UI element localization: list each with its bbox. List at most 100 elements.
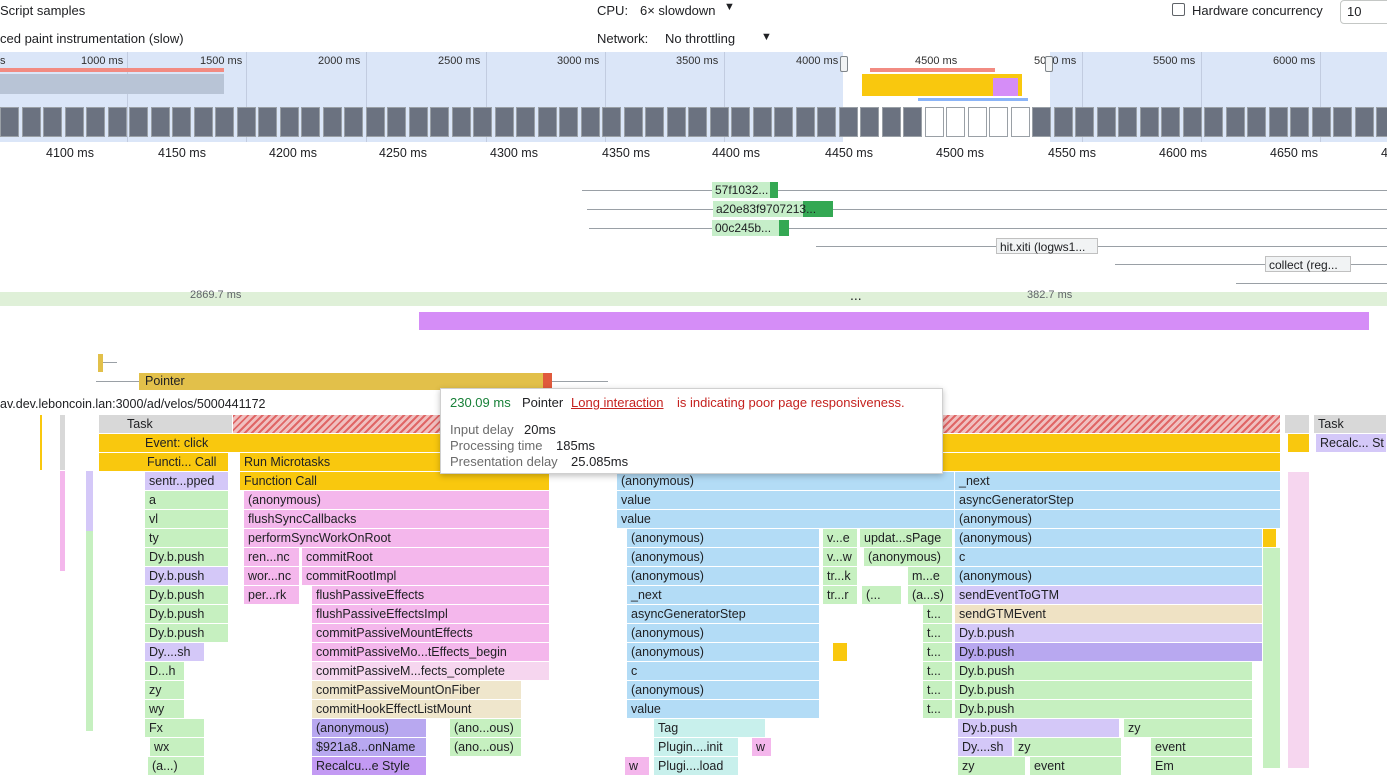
filmstrip-frame[interactable] — [731, 107, 750, 137]
hardware-concurrency-input[interactable]: 10 — [1340, 0, 1387, 24]
flame-entry[interactable]: (anonymous) — [627, 681, 820, 699]
flame-entry[interactable]: (anonymous) — [627, 548, 820, 566]
filmstrip-frame[interactable] — [667, 107, 686, 137]
filmstrip-frame[interactable] — [1269, 107, 1288, 137]
flame-entry[interactable]: wy — [145, 700, 185, 718]
flame-entry[interactable]: zy — [1014, 738, 1122, 756]
filmstrip-frame[interactable] — [796, 107, 815, 137]
flame-entry[interactable]: t... — [923, 681, 953, 699]
filmstrip-frame[interactable] — [344, 107, 363, 137]
filmstrip-frame[interactable] — [1376, 107, 1387, 137]
filmstrip-frame[interactable] — [774, 107, 793, 137]
filmstrip-frame[interactable] — [0, 107, 19, 137]
flame-entry[interactable]: wx — [150, 738, 205, 756]
filmstrip-frame[interactable] — [452, 107, 471, 137]
filmstrip-frame[interactable] — [366, 107, 385, 137]
filmstrip-frame[interactable] — [1312, 107, 1331, 137]
flame-entry[interactable]: Dy.b.push — [955, 662, 1253, 680]
filmstrip-frame[interactable] — [602, 107, 621, 137]
network-request[interactable]: 00c245b... — [712, 220, 789, 236]
filmstrip-frame[interactable] — [645, 107, 664, 137]
filmstrip-frame[interactable] — [129, 107, 148, 137]
flame-entry[interactable]: commitRootImpl — [302, 567, 550, 585]
caret-down-icon[interactable]: ▼ — [724, 1, 735, 13]
filmstrip-frame[interactable] — [1247, 107, 1266, 137]
filmstrip-frame[interactable] — [430, 107, 449, 137]
flame-entry[interactable]: Plugi....load — [654, 757, 739, 775]
flame-entry[interactable]: tr...r — [823, 586, 858, 604]
filmstrip-frame[interactable] — [839, 107, 858, 137]
flame-entry[interactable]: v...e — [823, 529, 858, 547]
filmstrip-frame[interactable] — [194, 107, 213, 137]
filmstrip-frame[interactable] — [559, 107, 578, 137]
flame-entry[interactable]: commitPassiveMo...tEffects_begin — [312, 643, 550, 661]
flame-entry[interactable]: _next — [627, 586, 820, 604]
filmstrip-frame[interactable] — [237, 107, 256, 137]
filmstrip-frame[interactable] — [989, 107, 1008, 137]
flame-entry[interactable]: w — [625, 757, 650, 775]
flame-entry[interactable]: (anonymous) — [955, 510, 1281, 528]
flame-entry[interactable]: commitHookEffectListMount — [312, 700, 522, 718]
flame-entry[interactable]: (anonymous) — [955, 567, 1263, 585]
flame-entry[interactable]: Dy.b.push — [955, 700, 1253, 718]
flame-entry[interactable] — [1263, 529, 1277, 547]
filmstrip-frame[interactable] — [581, 107, 600, 137]
flame-entry[interactable]: Plugin....init — [654, 738, 739, 756]
flame-entry[interactable]: t... — [923, 605, 953, 623]
network-request[interactable]: collect (reg... — [1265, 256, 1351, 272]
script-samples-label[interactable]: Script samples — [0, 3, 85, 18]
flame-entry[interactable]: $921a8...onName — [312, 738, 427, 756]
flame-entry[interactable]: t... — [923, 624, 953, 642]
recalculate-style[interactable]: Recalcu...e Style — [312, 757, 427, 775]
flame-entry[interactable]: (... — [862, 586, 902, 604]
cpu-throttling-select[interactable]: 6× slowdown — [640, 3, 716, 18]
flame-entry[interactable]: v...w — [823, 548, 858, 566]
task[interactable]: Task — [1314, 415, 1387, 433]
animation-bar[interactable] — [419, 312, 1369, 330]
function-call[interactable]: Functi... Call — [99, 453, 229, 471]
filmstrip-frame[interactable] — [1075, 107, 1094, 137]
filmstrip-frame[interactable] — [301, 107, 320, 137]
flame-entry[interactable]: t... — [923, 700, 953, 718]
flame-entry[interactable]: sendEventToGTM — [955, 586, 1263, 604]
flame-entry[interactable]: zy — [1124, 719, 1253, 737]
flame-entry[interactable]: zy — [958, 757, 1026, 775]
interaction-marker[interactable] — [98, 354, 103, 372]
flame-entry[interactable]: Dy.b.push — [145, 548, 229, 566]
flame-entry[interactable]: (anonymous) — [864, 548, 953, 566]
flame-entry[interactable] — [1288, 434, 1310, 452]
filmstrip-frame[interactable] — [968, 107, 987, 137]
flame-entry[interactable]: event — [1151, 738, 1253, 756]
flame-entry[interactable]: Dy.b.push — [145, 567, 229, 585]
filmstrip-frame[interactable] — [495, 107, 514, 137]
flame-entry[interactable]: _next — [955, 472, 1281, 490]
frame-duration[interactable]: 382.7 ms — [1027, 289, 1072, 301]
flame-entry[interactable] — [833, 643, 848, 661]
selection-end-handle[interactable] — [1045, 56, 1053, 72]
filmstrip-frame[interactable] — [688, 107, 707, 137]
flame-entry[interactable]: (a...) — [148, 757, 205, 775]
flame-entry[interactable]: Dy.b.push — [955, 624, 1263, 642]
filmstrip-frame[interactable] — [108, 107, 127, 137]
filmstrip-frame[interactable] — [1183, 107, 1202, 137]
flame-entry[interactable]: performSyncWorkOnRoot — [244, 529, 550, 547]
flame-entry[interactable]: value — [617, 491, 955, 509]
network-throttling-select[interactable]: No throttling — [665, 31, 735, 46]
filmstrip-frame[interactable] — [65, 107, 84, 137]
filmstrip-frame[interactable] — [280, 107, 299, 137]
flame-entry[interactable]: sentr...pped — [145, 472, 229, 490]
flame-entry[interactable]: Dy.b.push — [145, 586, 229, 604]
filmstrip-frame[interactable] — [1161, 107, 1180, 137]
flame-entry[interactable]: flushSyncCallbacks — [244, 510, 550, 528]
selection-start-handle[interactable] — [840, 56, 848, 72]
flame-entry[interactable]: Dy.b.push — [958, 719, 1120, 737]
filmstrip-frame[interactable] — [538, 107, 557, 137]
flame-entry[interactable]: commitPassiveM...fects_complete — [312, 662, 550, 680]
paint-instrumentation-label[interactable]: ced paint instrumentation (slow) — [0, 31, 184, 46]
caret-down-icon[interactable]: ▼ — [761, 31, 772, 43]
filmstrip-frame[interactable] — [86, 107, 105, 137]
filmstrip-frame[interactable] — [1054, 107, 1073, 137]
flame-entry[interactable]: (anonymous) — [627, 643, 820, 661]
flame-entry[interactable]: ty — [145, 529, 229, 547]
flame-entry[interactable]: event — [1030, 757, 1122, 775]
